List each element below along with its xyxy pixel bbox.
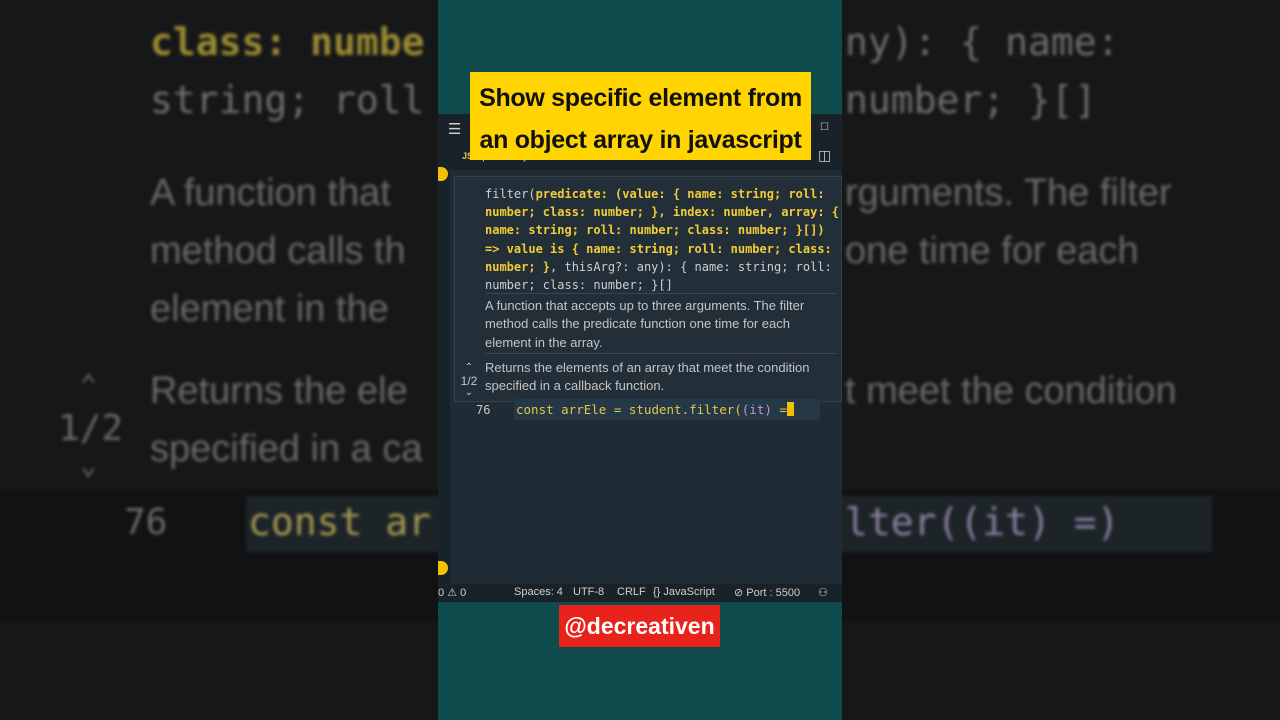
function-signature: filter(predicate: (value: { name: string… xyxy=(485,185,841,294)
split-editor-icon[interactable]: ◫ xyxy=(818,148,831,164)
channel-handle: @decreativen xyxy=(559,605,720,647)
error-count: 0 xyxy=(438,587,445,599)
bg-doc-line-3: element in the xyxy=(150,288,389,330)
activity-gutter xyxy=(438,170,450,584)
menu-icon[interactable]: ☰ xyxy=(448,120,461,138)
bg-doc-line-2: method calls th xyxy=(150,230,406,272)
code-param: (it) xyxy=(741,402,772,417)
bg-code-left: const ar xyxy=(248,500,432,544)
maximize-icon[interactable]: ☐ xyxy=(820,122,829,133)
bg-returns-line-2: specified in a ca xyxy=(150,428,423,470)
feedback-icon[interactable]: ⚇ xyxy=(818,586,828,599)
divider xyxy=(485,353,837,354)
function-description: A function that accepts up to three argu… xyxy=(485,298,805,350)
bg-code-right: lter((it) =) xyxy=(845,500,1120,544)
eol-setting[interactable]: CRLF xyxy=(617,586,646,598)
no-entry-icon: ⊘ xyxy=(734,587,744,599)
warning-count: 0 xyxy=(460,587,467,599)
code-line[interactable]: const arrEle = student.filter((it) = xyxy=(516,402,794,417)
overload-nav[interactable]: ⌃ 1/2 ⌄ xyxy=(457,363,481,398)
encoding-setting[interactable]: UTF-8 xyxy=(573,586,604,598)
title-line-1: Show specific element from xyxy=(479,84,802,112)
warning-icon: ⚠ xyxy=(447,587,458,599)
bg-chevron-down-icon: ⌄ xyxy=(80,448,97,481)
bg-doc-line-1: A function that xyxy=(150,172,391,214)
code-editor-window: ☰ ☐ JS practice.js ● 5 index.html ◫ filt… xyxy=(438,114,842,602)
returns-description: Returns the elements of an array that me… xyxy=(485,360,810,394)
line-number: 76 xyxy=(476,403,491,417)
bg-line-number: 76 xyxy=(124,502,168,543)
port-label: Port : 5500 xyxy=(746,587,801,599)
title-line-2: an object array in javascript xyxy=(479,126,802,154)
language-label: JavaScript xyxy=(663,586,715,598)
bg-chevron-up-icon: ⌃ xyxy=(80,368,97,401)
code-arrow: = xyxy=(771,402,787,417)
language-mode[interactable]: {} JavaScript xyxy=(653,586,715,598)
bg-doc-line-1-right: rguments. The filter xyxy=(845,172,1172,214)
bg-returns-line-1: Returns the ele xyxy=(150,370,408,412)
title-banner: Show specific element from an object arr… xyxy=(470,72,811,160)
bg-code-line-1: class: numbe xyxy=(150,20,425,64)
braces-icon: {} xyxy=(653,586,661,598)
bg-code-line-2: string; roll xyxy=(150,78,425,122)
live-server-port[interactable]: ⊘ Port : 5500 xyxy=(734,586,800,599)
bg-returns-line-1-right: t meet the condition xyxy=(845,370,1177,412)
chevron-up-icon[interactable]: ⌃ xyxy=(457,363,481,373)
text-cursor xyxy=(786,402,794,416)
bg-code-line-2-right: number; }[] xyxy=(845,78,1097,122)
hover-tooltip: filter(predicate: (value: { name: string… xyxy=(454,176,842,402)
problems-indicator[interactable]: 0 ⚠ 0 xyxy=(438,586,466,599)
bg-code-line-1-right: ny): { name: xyxy=(845,20,1120,64)
chevron-down-icon[interactable]: ⌄ xyxy=(457,388,481,398)
signature-segment: filter( xyxy=(485,187,536,201)
bg-overload-counter: 1/2 xyxy=(58,408,124,449)
indentation-setting[interactable]: Spaces: 4 xyxy=(514,586,563,598)
bg-doc-line-2-right: one time for each xyxy=(845,230,1139,272)
code-prefix: const arrEle = student.filter( xyxy=(516,402,742,417)
divider xyxy=(485,293,837,294)
status-bar: 0 ⚠ 0 Spaces: 4 UTF-8 CRLF {} JavaScript… xyxy=(438,584,842,602)
